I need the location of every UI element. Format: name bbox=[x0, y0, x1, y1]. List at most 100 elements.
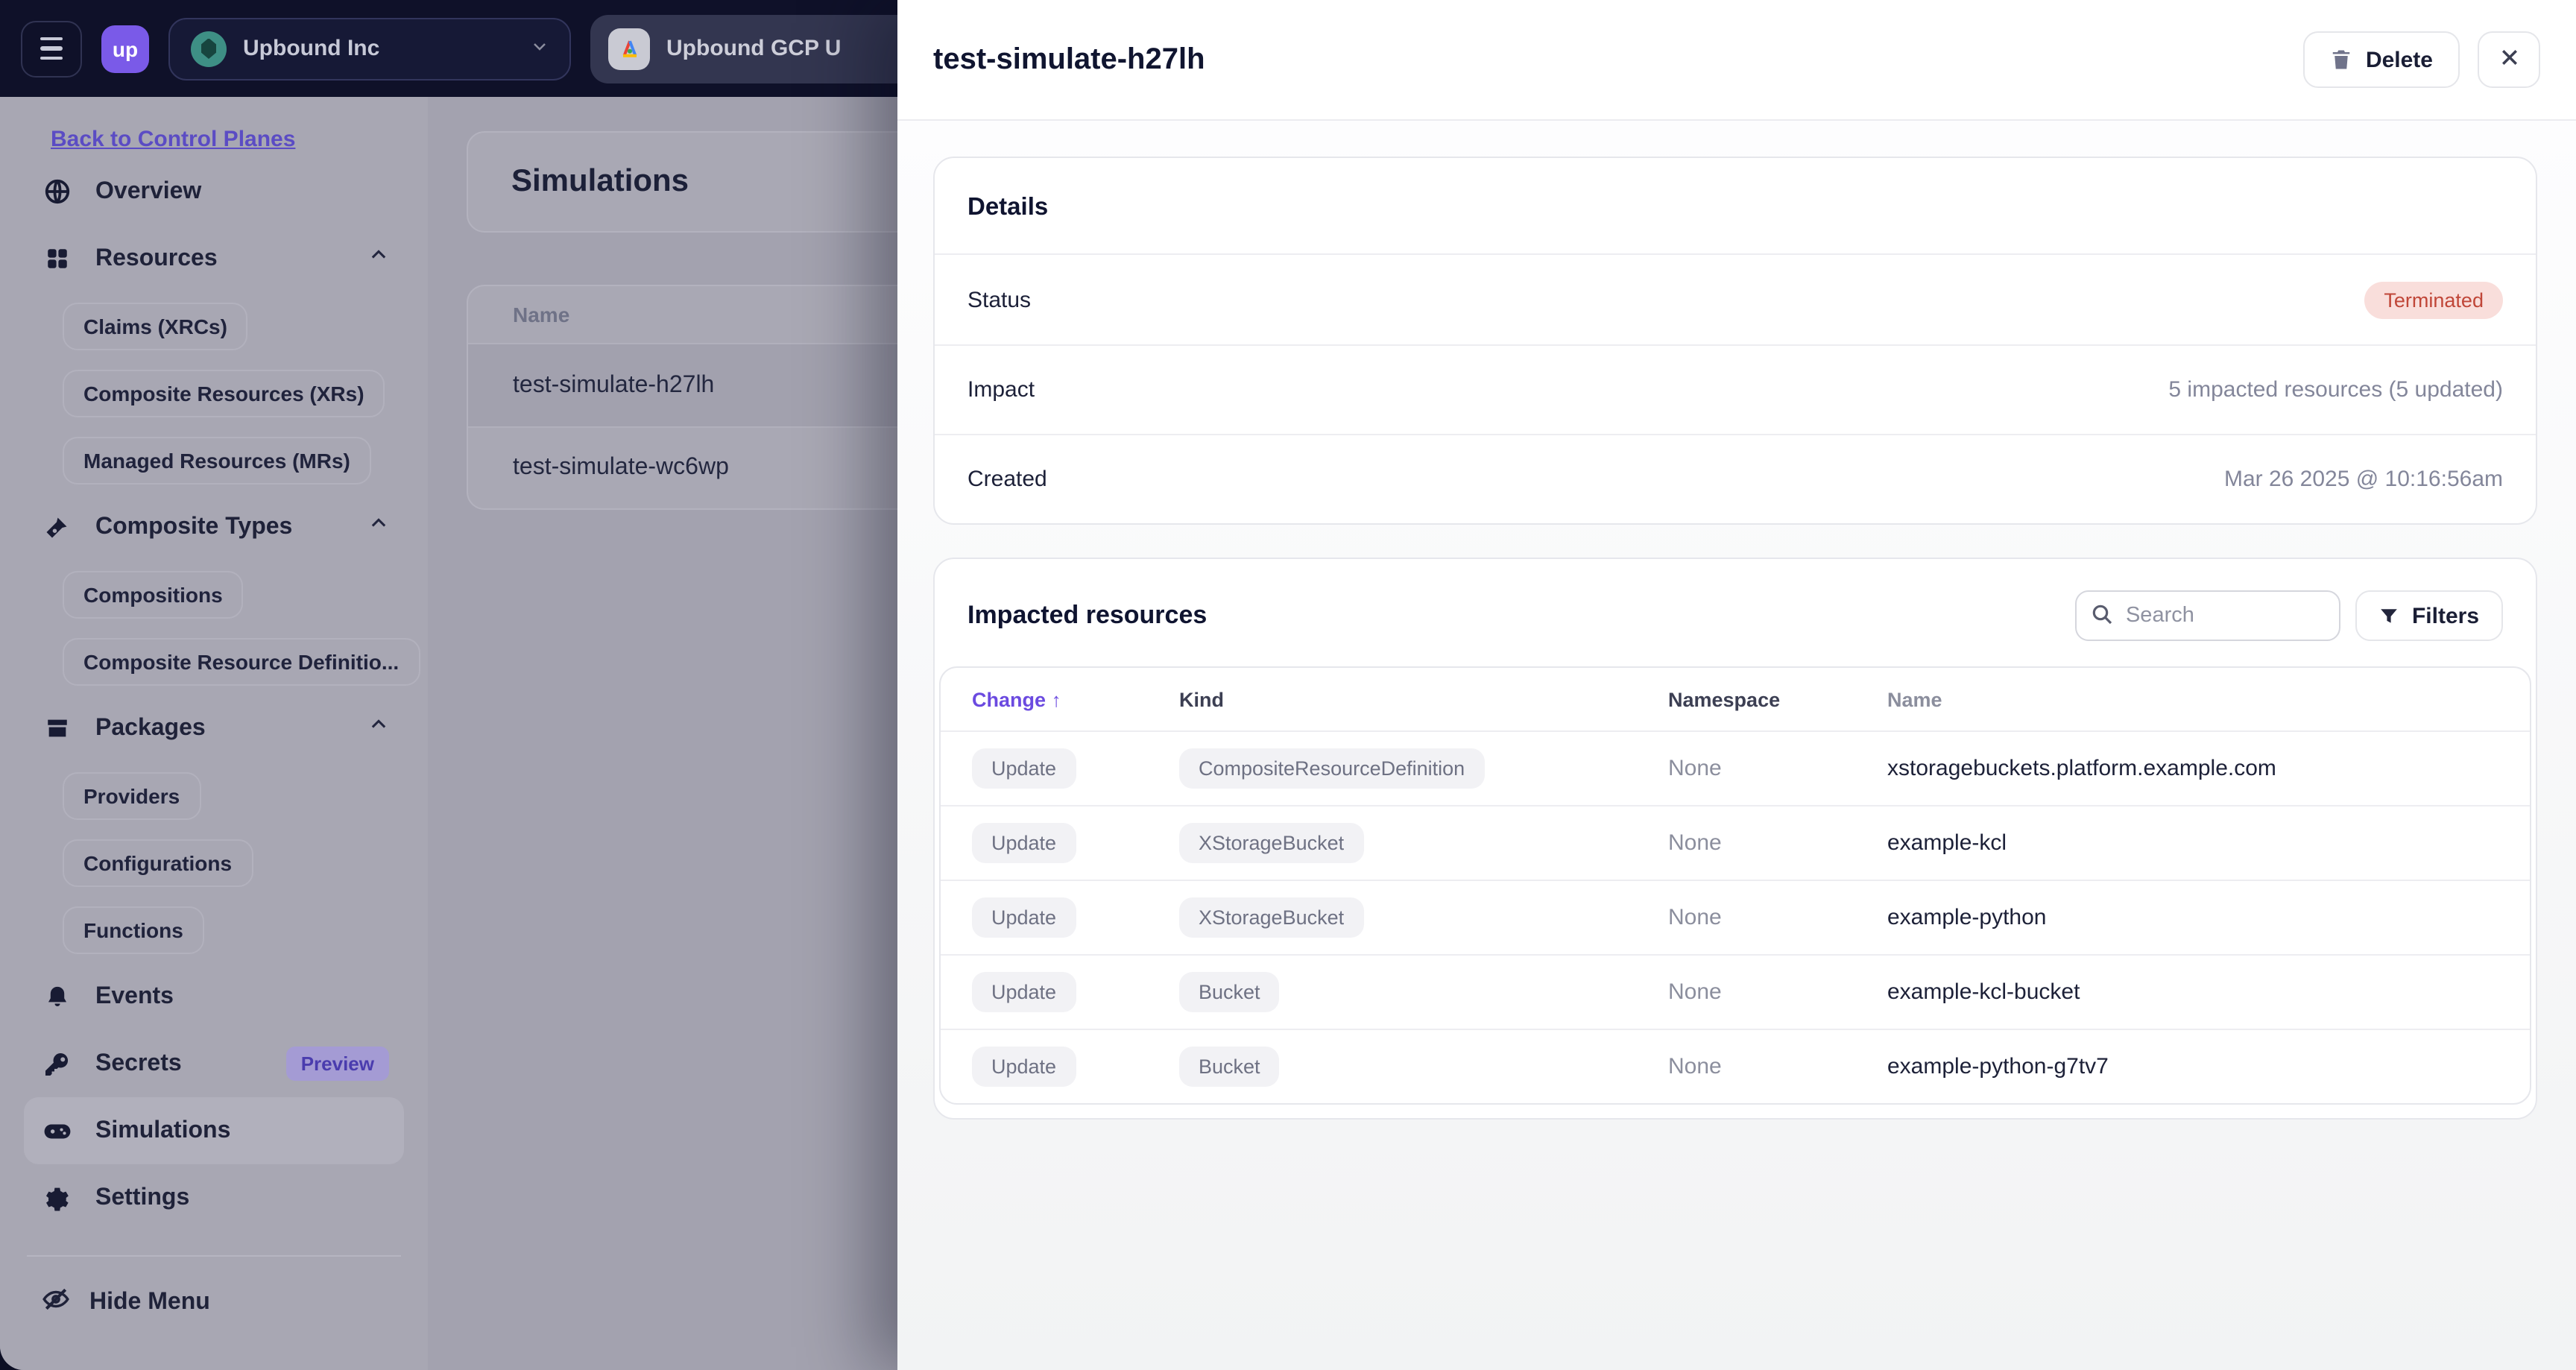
app-window: up Upbound Inc Upbound GCP U Back to Con… bbox=[0, 0, 2576, 1370]
back-to-control-planes-link[interactable]: Back to Control Planes bbox=[51, 127, 295, 152]
gcp-logo-icon bbox=[608, 28, 650, 69]
sidebar-item-simulations[interactable]: Simulations bbox=[24, 1097, 404, 1164]
workspace-tab-label: Upbound GCP U bbox=[666, 36, 842, 61]
table-header-row: Change ↑ Kind Namespace Name bbox=[941, 668, 2530, 730]
sidebar-group-composite-types[interactable]: Composite Types bbox=[24, 493, 404, 561]
filters-button[interactable]: Filters bbox=[2355, 590, 2503, 641]
impacted-resources-title: Impacted resources bbox=[967, 601, 1208, 629]
sidebar-item-secrets[interactable]: Secrets Preview bbox=[24, 1030, 404, 1097]
name-cell: example-kcl-bucket bbox=[1887, 979, 2080, 1005]
kind-cell: XStorageBucket bbox=[1179, 897, 1668, 938]
close-icon bbox=[2498, 45, 2520, 74]
change-chip: Update bbox=[972, 748, 1076, 789]
sidebar-item-label: Secrets bbox=[95, 1050, 182, 1076]
impacted-resources-header: Impacted resources Filters bbox=[935, 559, 2536, 666]
sidebar-pill-composite-resource-definitions[interactable]: Composite Resource Definitio... bbox=[63, 637, 420, 685]
menu-toggle-button[interactable] bbox=[21, 20, 82, 77]
sidebar-group-resources[interactable]: Resources bbox=[24, 225, 404, 292]
pen-nib-icon bbox=[42, 512, 72, 542]
sidebar-pill-managed-resources[interactable]: Managed Resources (MRs) bbox=[63, 436, 371, 484]
namespace-cell: None bbox=[1668, 756, 1722, 781]
status-label: Status bbox=[967, 287, 1032, 312]
sidebar-group-packages[interactable]: Packages bbox=[24, 695, 404, 762]
sidebar-nav: Overview Resources Claims (XRCs) Composi… bbox=[24, 158, 420, 1231]
sidebar-item-events[interactable]: Events bbox=[24, 963, 404, 1030]
sidebar-item-settings[interactable]: Settings bbox=[24, 1164, 404, 1231]
kind-cell: Bucket bbox=[1179, 972, 1668, 1012]
column-header-change[interactable]: Change ↑ bbox=[941, 688, 1179, 710]
change-cell: Update bbox=[941, 897, 1179, 938]
eye-off-icon bbox=[42, 1284, 70, 1320]
sidebar-item-overview[interactable]: Overview bbox=[24, 158, 404, 225]
kind-chip: Bucket bbox=[1179, 972, 1280, 1012]
key-icon bbox=[42, 1049, 72, 1079]
search-icon bbox=[2090, 602, 2114, 634]
sidebar-group-label: Packages bbox=[95, 715, 206, 740]
change-chip: Update bbox=[972, 1047, 1076, 1087]
preview-badge: Preview bbox=[285, 1047, 389, 1081]
close-panel-button[interactable] bbox=[2478, 31, 2540, 88]
sort-ascending-icon: ↑ bbox=[1051, 688, 1061, 710]
created-value: Mar 26 2025 @ 10:16:56am bbox=[2223, 467, 2503, 492]
table-row[interactable]: Update XStorageBucket None example-pytho… bbox=[941, 880, 2530, 954]
impacted-resources-card: Impacted resources Filters bbox=[933, 558, 2537, 1120]
workspace-tab[interactable]: Upbound GCP U bbox=[590, 14, 948, 83]
change-cell: Update bbox=[941, 748, 1179, 789]
sidebar-item-label: Settings bbox=[95, 1184, 190, 1210]
sidebar-item-label: Simulations bbox=[95, 1117, 231, 1143]
detail-row-created: Created Mar 26 2025 @ 10:16:56am bbox=[935, 434, 2536, 523]
namespace-cell: None bbox=[1668, 905, 1722, 930]
hide-menu-label: Hide Menu bbox=[89, 1289, 210, 1314]
sidebar-pill-functions[interactable]: Functions bbox=[63, 906, 204, 953]
delete-button[interactable]: Delete bbox=[2302, 31, 2460, 88]
name-cell: example-python bbox=[1887, 905, 2047, 930]
page-title: Simulations bbox=[511, 164, 689, 198]
pill-row: Functions bbox=[24, 896, 404, 963]
filters-button-label: Filters bbox=[2411, 603, 2479, 628]
trash-icon bbox=[2330, 48, 2352, 72]
bell-icon bbox=[42, 982, 72, 1011]
sidebar-pill-composite-resources[interactable]: Composite Resources (XRs) bbox=[63, 369, 385, 417]
name-cell: example-kcl bbox=[1887, 830, 2007, 856]
grid-icon bbox=[42, 244, 72, 274]
panel-header: test-simulate-h27lh Delete bbox=[897, 0, 2576, 121]
impact-value: 5 impacted resources (5 updated) bbox=[2168, 377, 2503, 403]
org-selector[interactable]: Upbound Inc bbox=[168, 17, 571, 80]
table-row[interactable]: Update XStorageBucket None example-kcl bbox=[941, 805, 2530, 880]
namespace-cell: None bbox=[1668, 1054, 1722, 1079]
details-card: Details Status Terminated Impact 5 impac… bbox=[933, 157, 2537, 525]
logo-text: up bbox=[112, 37, 139, 60]
sidebar-divider bbox=[27, 1255, 401, 1257]
sidebar-pill-providers[interactable]: Providers bbox=[63, 771, 201, 819]
table-row[interactable]: Update CompositeResourceDefinition None … bbox=[941, 730, 2530, 805]
kind-cell: CompositeResourceDefinition bbox=[1179, 748, 1668, 789]
details-card-title: Details bbox=[935, 158, 2536, 255]
status-badge: Terminated bbox=[2364, 281, 2503, 318]
pill-row: Claims (XRCs) bbox=[24, 292, 404, 359]
pill-row: Providers bbox=[24, 762, 404, 829]
created-label: Created bbox=[967, 467, 1047, 492]
hide-menu-button[interactable]: Hide Menu bbox=[24, 1269, 404, 1336]
pill-row: Compositions bbox=[24, 561, 404, 628]
sidebar-pill-claims[interactable]: Claims (XRCs) bbox=[63, 302, 248, 350]
detail-row-impact: Impact 5 impacted resources (5 updated) bbox=[935, 344, 2536, 434]
namespace-cell: None bbox=[1668, 979, 1722, 1005]
table-row[interactable]: Update Bucket None example-python-g7tv7 bbox=[941, 1029, 2530, 1103]
name-cell: xstoragebuckets.platform.example.com bbox=[1887, 756, 2276, 781]
change-cell: Update bbox=[941, 1047, 1179, 1087]
filter-funnel-icon bbox=[2379, 606, 2399, 625]
org-avatar bbox=[191, 31, 227, 66]
pill-row: Composite Resource Definitio... bbox=[24, 628, 420, 695]
sidebar-pill-configurations[interactable]: Configurations bbox=[63, 839, 253, 886]
panel-title: test-simulate-h27lh bbox=[933, 42, 1205, 75]
kind-chip: XStorageBucket bbox=[1179, 897, 1364, 938]
package-icon bbox=[42, 713, 72, 743]
search-input[interactable] bbox=[2074, 590, 2340, 641]
chevron-up-icon bbox=[368, 513, 389, 541]
sidebar-group-label: Composite Types bbox=[95, 514, 293, 539]
sidebar-pill-compositions[interactable]: Compositions bbox=[63, 570, 244, 618]
table-row[interactable]: Update Bucket None example-kcl-bucket bbox=[941, 954, 2530, 1029]
change-chip: Update bbox=[972, 897, 1076, 938]
gamepad-icon bbox=[42, 1116, 72, 1146]
change-cell: Update bbox=[941, 972, 1179, 1012]
